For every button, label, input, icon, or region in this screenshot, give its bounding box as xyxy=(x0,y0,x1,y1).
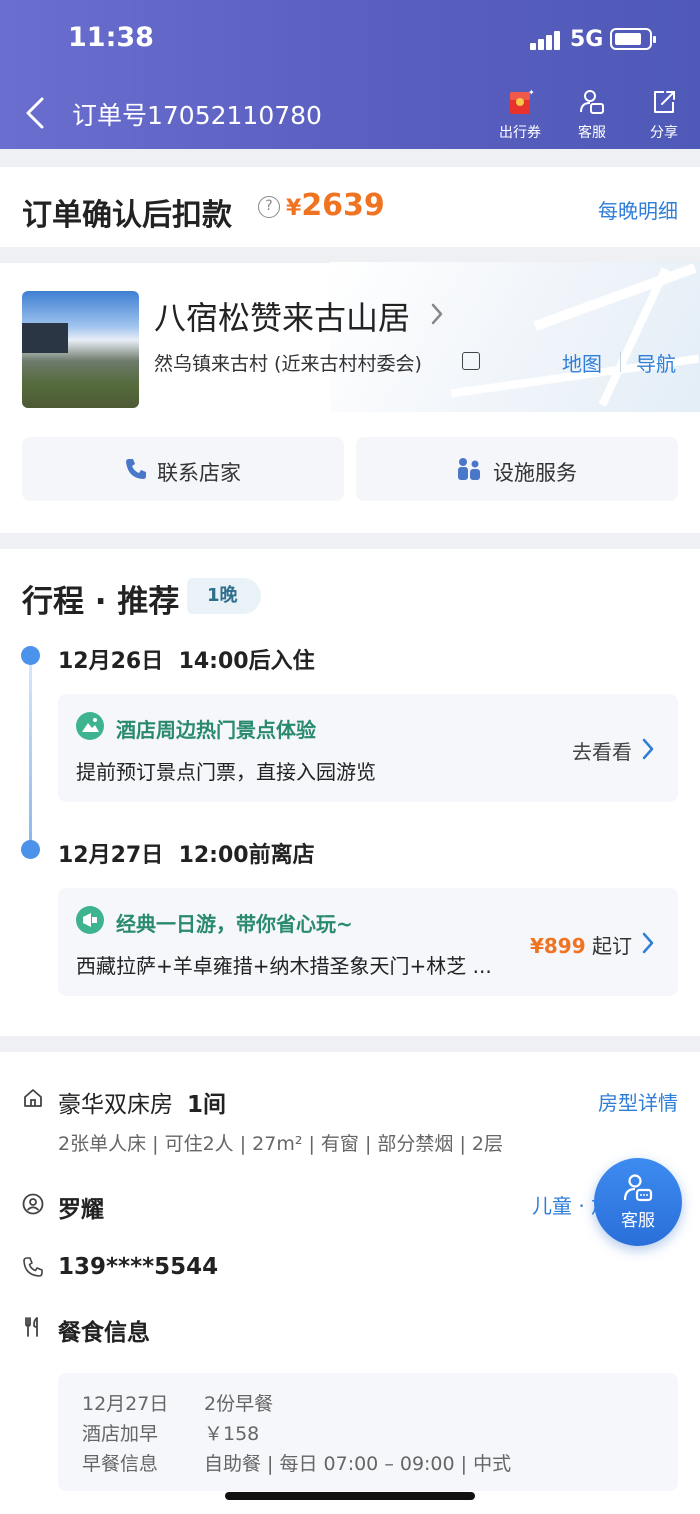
day-tour-title: 经典一日游，带你省心玩~ xyxy=(116,912,353,936)
price-suffix: 起订 xyxy=(592,934,632,958)
share-button[interactable]: 分享 xyxy=(634,88,694,142)
checkout-time: 12:00前离店 xyxy=(178,843,315,868)
meal-row-label: 早餐信息 xyxy=(82,1453,159,1475)
meal-row: 酒店加早 ￥158 xyxy=(82,1419,259,1446)
timeline-line xyxy=(29,656,32,852)
coupon-icon: ✦ xyxy=(510,88,534,114)
floating-service-button[interactable]: 客服 xyxy=(594,1158,682,1246)
room-spec: 2张单人床 | 可住2人 | 27m² | 有窗 | 部分禁烟 | 2层 xyxy=(58,1133,503,1155)
day-tour-desc: 西藏拉萨+羊卓雍措+纳木措圣象天门+林芝 ... xyxy=(76,954,492,978)
hotel-name[interactable]: 八宿松赞来古山居 xyxy=(154,293,410,339)
currency-symbol: ¥ xyxy=(286,196,302,221)
meal-title: 餐食信息 xyxy=(58,1320,150,1346)
meal-row-label: 12月27日 xyxy=(82,1393,169,1415)
help-icon[interactable]: ? xyxy=(258,196,280,218)
meal-row: 12月27日 2份早餐 xyxy=(82,1389,273,1416)
home-indicator xyxy=(225,1492,475,1500)
svg-text:✦: ✦ xyxy=(528,88,534,97)
facilities-icon xyxy=(458,458,480,480)
chevron-right-icon xyxy=(642,932,654,954)
coupon-button[interactable]: ✦ 出行券 xyxy=(490,88,550,142)
itinerary-title: 行程 · 推荐 xyxy=(22,584,180,620)
house-icon xyxy=(24,1089,42,1107)
share-icon xyxy=(654,91,675,113)
checkin-info: 12月26日 14:00后入住 xyxy=(58,643,315,675)
room-detail-link[interactable]: 房型详情 xyxy=(598,1087,678,1116)
day-tour-price-value: ¥899 xyxy=(529,934,586,958)
meal-row-value: 自助餐 | 每日 07:00 – 09:00 | 中式 xyxy=(204,1453,512,1475)
top-header: 11:38 5G 订单号17052110780 ✦ 出行券 客服 分享 xyxy=(0,0,700,149)
chevron-right-icon xyxy=(642,738,654,760)
contact-hotel-button[interactable]: 联系店家 xyxy=(22,437,344,501)
phone-icon xyxy=(126,459,146,479)
meal-row-label: 酒店加早 xyxy=(82,1423,159,1445)
nights-badge: 1晚 xyxy=(187,578,261,614)
hotel-photo[interactable] xyxy=(22,291,139,408)
back-icon[interactable] xyxy=(24,96,46,130)
contact-hotel-label: 联系店家 xyxy=(157,461,241,485)
scenery-icon xyxy=(76,712,104,740)
user-icon xyxy=(22,1193,44,1215)
meal-row-value: 2份早餐 xyxy=(204,1393,274,1415)
attractions-title: 酒店周边热门景点体验 xyxy=(116,718,316,742)
checkin-time: 14:00后入住 xyxy=(178,649,315,674)
payment-amount-value: 2639 xyxy=(301,188,385,223)
payment-title: 订单确认后扣款 xyxy=(22,198,232,233)
link-divider xyxy=(620,352,621,372)
nightly-detail-link[interactable]: 每晚明细 xyxy=(598,195,678,224)
chevron-right-icon[interactable] xyxy=(430,302,444,326)
utensils-icon xyxy=(25,1317,38,1337)
customer-service-icon xyxy=(580,90,604,114)
go-see-link[interactable]: 去看看 xyxy=(572,736,632,765)
room-count: 1间 xyxy=(187,1092,227,1118)
day-tour-recommendation[interactable]: 经典一日游，带你省心玩~ 西藏拉萨+羊卓雍措+纳木措圣象天门+林芝 ... ¥8… xyxy=(58,888,678,996)
hotel-address: 然乌镇来古村 (近来古村村委会) xyxy=(154,353,422,375)
coupon-label: 出行券 xyxy=(499,125,541,141)
checkout-info: 12月27日 12:00前离店 xyxy=(58,837,315,869)
tour-icon xyxy=(76,906,104,934)
checkout-date: 12月27日 xyxy=(58,843,164,868)
attractions-desc: 提前预订景点门票，直接入园游览 xyxy=(76,760,376,784)
checkin-date: 12月26日 xyxy=(58,649,164,674)
payment-amount: ¥2639 xyxy=(286,188,385,223)
phone-outline-icon xyxy=(23,1257,43,1277)
attractions-recommendation[interactable]: 酒店周边热门景点体验 提前预订景点门票，直接入园游览 去看看 xyxy=(58,694,678,802)
day-tour-price[interactable]: ¥899 起订 xyxy=(530,930,632,959)
room-type: 豪华双床房 xyxy=(58,1092,173,1118)
facilities-label: 设施服务 xyxy=(493,461,577,485)
meal-row-value: ￥158 xyxy=(204,1423,260,1445)
contact-phone: 139****5544 xyxy=(58,1254,219,1280)
meal-info-box: 12月27日 2份早餐 酒店加早 ￥158 早餐信息 自助餐 | 每日 07:00 –… xyxy=(58,1373,678,1491)
customer-service-button[interactable]: 客服 xyxy=(562,88,622,142)
checkout-dot xyxy=(21,840,40,859)
order-number-title: 订单号17052110780 xyxy=(72,101,322,130)
navigation-link[interactable]: 导航 xyxy=(636,348,676,377)
copy-icon[interactable] xyxy=(462,352,480,370)
customer-service-label: 客服 xyxy=(578,125,606,141)
floating-service-label: 客服 xyxy=(621,1211,655,1231)
status-time: 11:38 xyxy=(68,22,154,53)
battery-icon xyxy=(610,28,656,50)
network-label: 5G xyxy=(570,27,604,52)
room-name: 豪华双床房 1间 xyxy=(58,1085,226,1119)
share-label: 分享 xyxy=(650,125,678,141)
guest-name: 罗耀 xyxy=(58,1197,104,1223)
facilities-button[interactable]: 设施服务 xyxy=(356,437,678,501)
checkin-dot xyxy=(21,646,40,665)
signal-icon xyxy=(530,30,562,50)
map-link[interactable]: 地图 xyxy=(562,348,602,377)
meal-row: 早餐信息 自助餐 | 每日 07:00 – 09:00 | 中式 xyxy=(82,1449,511,1476)
customer-service-icon xyxy=(623,1174,653,1202)
